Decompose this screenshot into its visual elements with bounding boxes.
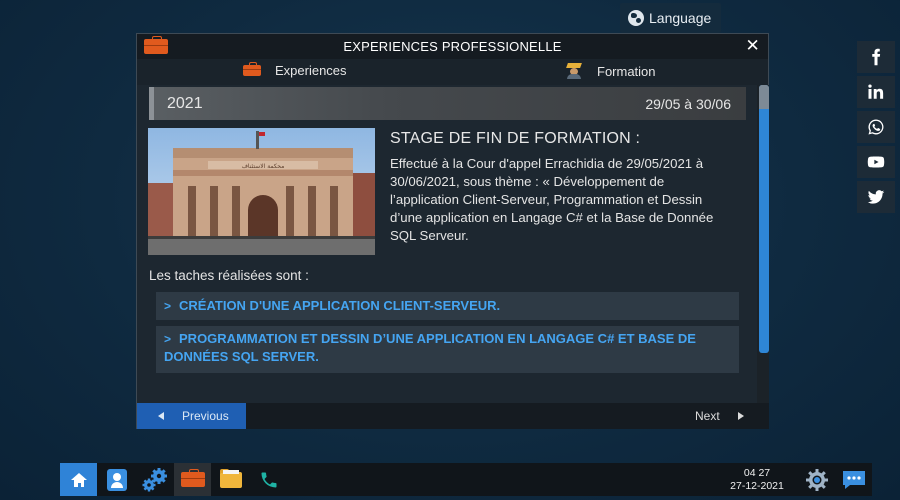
social-sidebar: [857, 41, 895, 216]
arrow-left-icon: [158, 412, 164, 420]
chevron-right-icon: >: [164, 299, 172, 313]
arrow-right-icon: [737, 412, 744, 420]
chevron-right-icon: >: [164, 332, 172, 346]
briefcase-icon: [243, 62, 261, 76]
experience-description: Effectué à la Cour d'appel Errachidia de…: [390, 156, 714, 243]
phone-icon: [261, 472, 276, 487]
youtube-button[interactable]: [857, 146, 895, 178]
task-text: PROGRAMMATION ET DESSIN D’UNE APPLICATIO…: [164, 331, 696, 364]
previous-label: Previous: [182, 409, 229, 423]
graduate-icon: [565, 63, 583, 79]
youtube-icon: [867, 156, 885, 168]
next-label: Next: [695, 409, 720, 423]
clock-time: 04 27: [743, 467, 771, 479]
taskbar-chat-button[interactable]: [835, 463, 872, 496]
year-label: 2021: [167, 94, 203, 112]
experience-content: 2021 29/05 à 30/06 محكمة الاستئناف STAGE…: [137, 85, 769, 403]
year-header: 2021 29/05 à 30/06: [149, 87, 746, 120]
taskbar-phone-button[interactable]: [250, 463, 287, 496]
tab-experiences[interactable]: Experiences: [243, 62, 347, 78]
experience-title: STAGE DE FIN DE FORMATION :: [390, 130, 641, 147]
home-icon: [70, 472, 87, 487]
settings-gears-icon: [142, 467, 167, 491]
facebook-icon: [872, 48, 881, 66]
window-title: EXPERIENCES PROFESSIONELLE: [343, 39, 562, 54]
folder-icon: [219, 468, 242, 488]
linkedin-icon: [868, 84, 884, 99]
taskbar-home-button[interactable]: [60, 463, 97, 496]
window-tabs: Experiences Formation: [137, 59, 768, 85]
clock-date: 27-12-2021: [730, 480, 784, 492]
vertical-scrollbar[interactable]: [757, 85, 769, 403]
task-item-client-server[interactable]: > CRÉATION D'UNE APPLICATION CLIENT-SERVE…: [156, 292, 739, 320]
experiences-window: EXPERIENCES PROFESSIONELLE ✕ Experiences…: [136, 33, 769, 429]
language-button[interactable]: Language: [620, 3, 721, 33]
taskbar-formation-button[interactable]: [212, 463, 249, 496]
briefcase-icon: [144, 36, 168, 54]
taskbar: 04 27 27-12-2021: [60, 463, 872, 496]
scrollbar-thumb[interactable]: [759, 85, 769, 353]
briefcase-icon: [180, 469, 205, 487]
gear-icon: [805, 468, 828, 491]
previous-button[interactable]: Previous: [137, 403, 246, 429]
twitter-button[interactable]: [857, 181, 895, 213]
taskbar-settings-button[interactable]: [136, 463, 173, 496]
whatsapp-button[interactable]: [857, 111, 895, 143]
chat-icon: [842, 470, 865, 489]
tab-label: Formation: [597, 63, 656, 79]
globe-icon: [628, 10, 644, 26]
window-titlebar: EXPERIENCES PROFESSIONELLE ✕: [137, 34, 768, 59]
close-button[interactable]: ✕: [746, 37, 760, 55]
clock: 04 27 27-12-2021: [728, 467, 786, 493]
date-range: 29/05 à 30/06: [645, 95, 731, 112]
tab-formation[interactable]: Formation: [565, 63, 656, 79]
next-button[interactable]: Next: [695, 403, 755, 429]
whatsapp-icon: [868, 119, 884, 135]
taskbar-experiences-button[interactable]: [174, 463, 211, 496]
court-building-photo: محكمة الاستئناف: [148, 128, 375, 255]
contact-card-icon: [106, 468, 127, 491]
task-item-programming[interactable]: > PROGRAMMATION ET DESSIN D’UNE APPLICATI…: [156, 326, 739, 373]
language-label: Language: [649, 10, 712, 26]
scrollbar-top: [759, 85, 769, 109]
facebook-button[interactable]: [857, 41, 895, 73]
taskbar-contact-button[interactable]: [98, 463, 135, 496]
twitter-icon: [867, 190, 885, 204]
tab-label: Experiences: [275, 63, 347, 78]
building-sign: محكمة الاستئناف: [242, 163, 285, 170]
task-text: CRÉATION D'UNE APPLICATION CLIENT-SERVEU…: [179, 298, 501, 313]
window-footer: Previous Next: [137, 403, 769, 429]
taskbar-system-settings-button[interactable]: [798, 463, 835, 496]
tasks-label: Les taches réalisées sont :: [149, 268, 309, 283]
linkedin-button[interactable]: [857, 76, 895, 108]
